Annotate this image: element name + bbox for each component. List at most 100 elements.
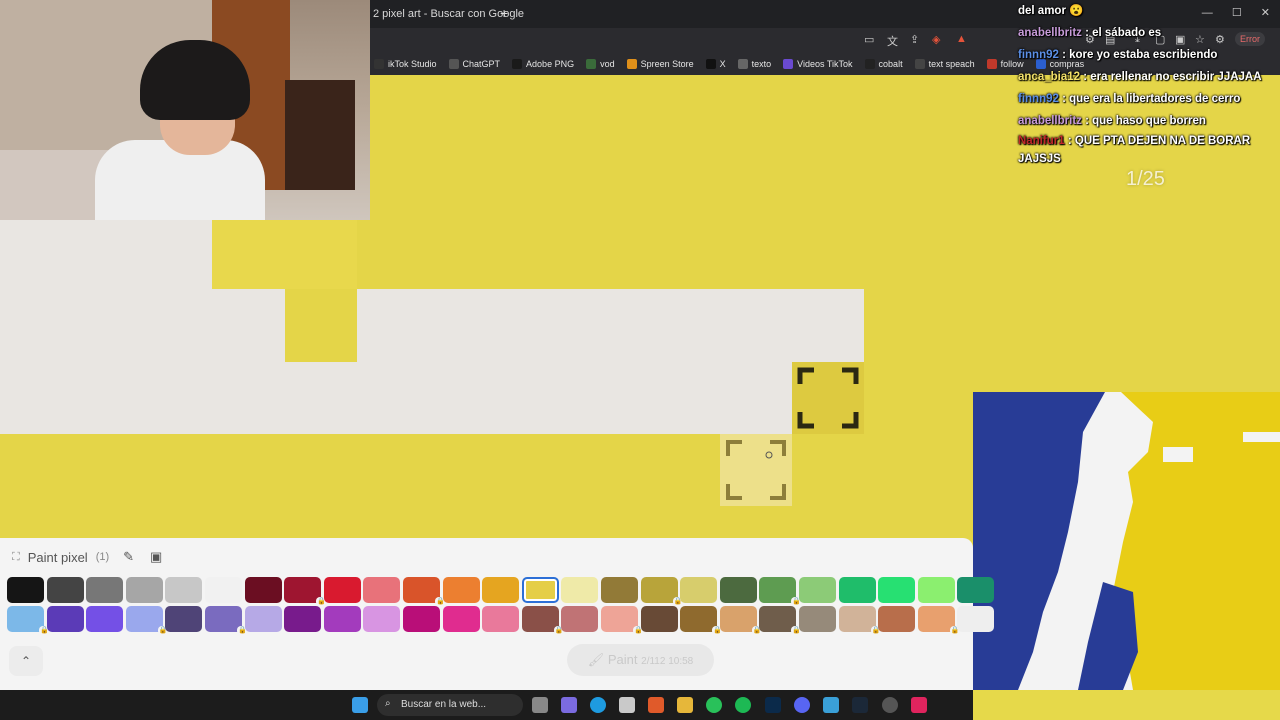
share-icon[interactable]: ⇪	[910, 33, 919, 46]
color-swatch[interactable]	[46, 577, 84, 603]
translate-icon[interactable]: 文	[887, 33, 898, 49]
color-swatch[interactable]	[838, 577, 876, 603]
color-swatch[interactable]	[205, 577, 242, 603]
color-swatch[interactable]	[640, 606, 678, 632]
bookmark-item[interactable]: texto	[737, 58, 771, 69]
color-swatch[interactable]	[957, 577, 995, 603]
new-tab-button[interactable]: +	[500, 5, 508, 21]
color-swatch[interactable]	[323, 577, 361, 603]
chat-text: del amor 😮	[1018, 5, 1084, 17]
obs-icon[interactable]	[882, 697, 898, 713]
color-swatch[interactable]	[878, 606, 916, 632]
brave-icon[interactable]	[648, 697, 664, 713]
bookmark-item[interactable]: Spreen Store	[626, 58, 694, 69]
bookmark-item[interactable]: ikTok Studio	[374, 58, 437, 69]
shield-icon[interactable]: ◈	[932, 33, 940, 46]
color-swatch[interactable]	[363, 606, 401, 632]
color-swatch[interactable]	[363, 577, 401, 603]
bookmark-item[interactable]: Videos TikTok	[783, 58, 853, 69]
color-swatch[interactable]	[799, 577, 836, 603]
color-swatch[interactable]	[244, 606, 282, 632]
panel-count: (1)	[95, 551, 110, 563]
color-swatch[interactable]	[86, 577, 124, 603]
chat-text: : que era la libertadores de cerro	[1058, 93, 1241, 105]
panel-header: ⛶ Paint pixel (1) ✎ ▣	[12, 549, 162, 565]
color-swatch[interactable]	[46, 606, 84, 632]
bookmark-item[interactable]: Adobe PNG	[512, 58, 574, 69]
color-swatch[interactable]	[165, 577, 203, 603]
bookmark-item[interactable]: ChatGPT	[448, 58, 501, 69]
bookmark-item[interactable]: text speach	[914, 58, 975, 69]
color-swatch[interactable]	[86, 606, 124, 632]
color-swatch[interactable]	[838, 606, 876, 632]
spotify-icon[interactable]	[735, 697, 751, 713]
selection-cursor[interactable]	[792, 362, 864, 434]
color-swatch[interactable]	[284, 606, 322, 632]
color-swatch[interactable]	[482, 577, 520, 603]
color-swatch[interactable]	[561, 606, 599, 632]
color-swatch[interactable]	[601, 577, 638, 603]
webcam-overlay	[0, 0, 370, 220]
screen-icon[interactable]: ▭	[864, 33, 874, 46]
edit-icon[interactable]: ✎	[123, 549, 134, 565]
steam-icon[interactable]	[852, 697, 868, 713]
color-swatch[interactable]	[878, 577, 916, 603]
chat-message: del amor 😮	[1015, 0, 1280, 22]
color-swatch[interactable]	[442, 606, 480, 632]
bookmark-label: ChatGPT	[462, 58, 501, 69]
color-swatch[interactable]	[125, 577, 163, 603]
chat-message: finnn92 : kore yo estaba escribiendo	[1015, 44, 1280, 66]
paint-panel: ⛶ Paint pixel (1) ✎ ▣ 🔒 🔒 🔒 🔒 🔒 🔒 🔒 🔒 🔒 🔒 🔒 🔒 🔒 🔒 ⌃ 🖌…	[0, 538, 995, 690]
bookmark-favicon-icon	[586, 58, 597, 69]
color-swatch[interactable]	[403, 606, 440, 632]
save-icon[interactable]: ▣	[150, 549, 162, 565]
notepad-icon[interactable]	[823, 697, 839, 713]
color-swatch[interactable]	[917, 577, 955, 603]
collapse-panel-button[interactable]: ⌃	[9, 646, 43, 676]
chat-username: Nanifur1	[1018, 135, 1065, 147]
folder-icon[interactable]	[677, 697, 693, 713]
discord-icon[interactable]	[794, 697, 810, 713]
color-swatch[interactable]	[680, 577, 718, 603]
chat-message: anca_bia12 : era rellenar no escribir JJ…	[1015, 66, 1280, 88]
hover-cursor	[720, 434, 792, 506]
bookmark-favicon-icon	[512, 58, 523, 69]
canvas-region	[357, 289, 864, 434]
expand-icon[interactable]: ⛶	[12, 551, 20, 564]
color-swatch[interactable]	[323, 606, 361, 632]
canvas-region	[285, 362, 357, 434]
color-swatch[interactable]	[640, 577, 678, 603]
taskbar: Buscar en la web... ⌕	[0, 690, 973, 720]
color-swatch[interactable]	[561, 577, 599, 603]
color-swatch[interactable]	[521, 577, 559, 603]
color-swatch[interactable]	[165, 606, 203, 632]
reference-image	[973, 392, 1280, 690]
bookmark-favicon-icon	[626, 58, 637, 69]
taskbar-search-input[interactable]: Buscar en la web...	[377, 694, 523, 716]
bookmark-favicon-icon	[986, 58, 997, 69]
edge-icon[interactable]	[590, 697, 606, 713]
bookmark-item[interactable]: X	[705, 58, 726, 69]
color-swatch[interactable]	[244, 577, 282, 603]
tiktok-icon[interactable]	[911, 697, 927, 713]
photoshop-icon[interactable]	[765, 697, 781, 713]
task-view-icon[interactable]	[532, 697, 548, 713]
store-icon[interactable]	[619, 697, 635, 713]
chat-username: anabellbritz	[1018, 27, 1082, 39]
color-swatch[interactable]	[957, 606, 995, 632]
color-swatch[interactable]	[482, 606, 520, 632]
color-swatch[interactable]	[719, 577, 757, 603]
windows-start-icon[interactable]	[352, 697, 368, 713]
rewards-icon[interactable]: ▲	[956, 33, 967, 45]
paint-label: Paint	[607, 652, 638, 667]
webcam-person-hair	[140, 40, 250, 120]
copilot-icon[interactable]	[561, 697, 577, 713]
bookmark-item[interactable]: cobalt	[864, 58, 903, 69]
color-swatch[interactable]	[7, 577, 44, 603]
bookmark-item[interactable]: vod	[586, 58, 615, 69]
chat-text: : el sábado es	[1081, 27, 1162, 39]
paint-button[interactable]: 🖌 Paint 2/112 10:58	[567, 644, 714, 676]
whatsapp-icon[interactable]	[706, 697, 722, 713]
color-swatch[interactable]	[442, 577, 480, 603]
color-swatch[interactable]	[799, 606, 836, 632]
